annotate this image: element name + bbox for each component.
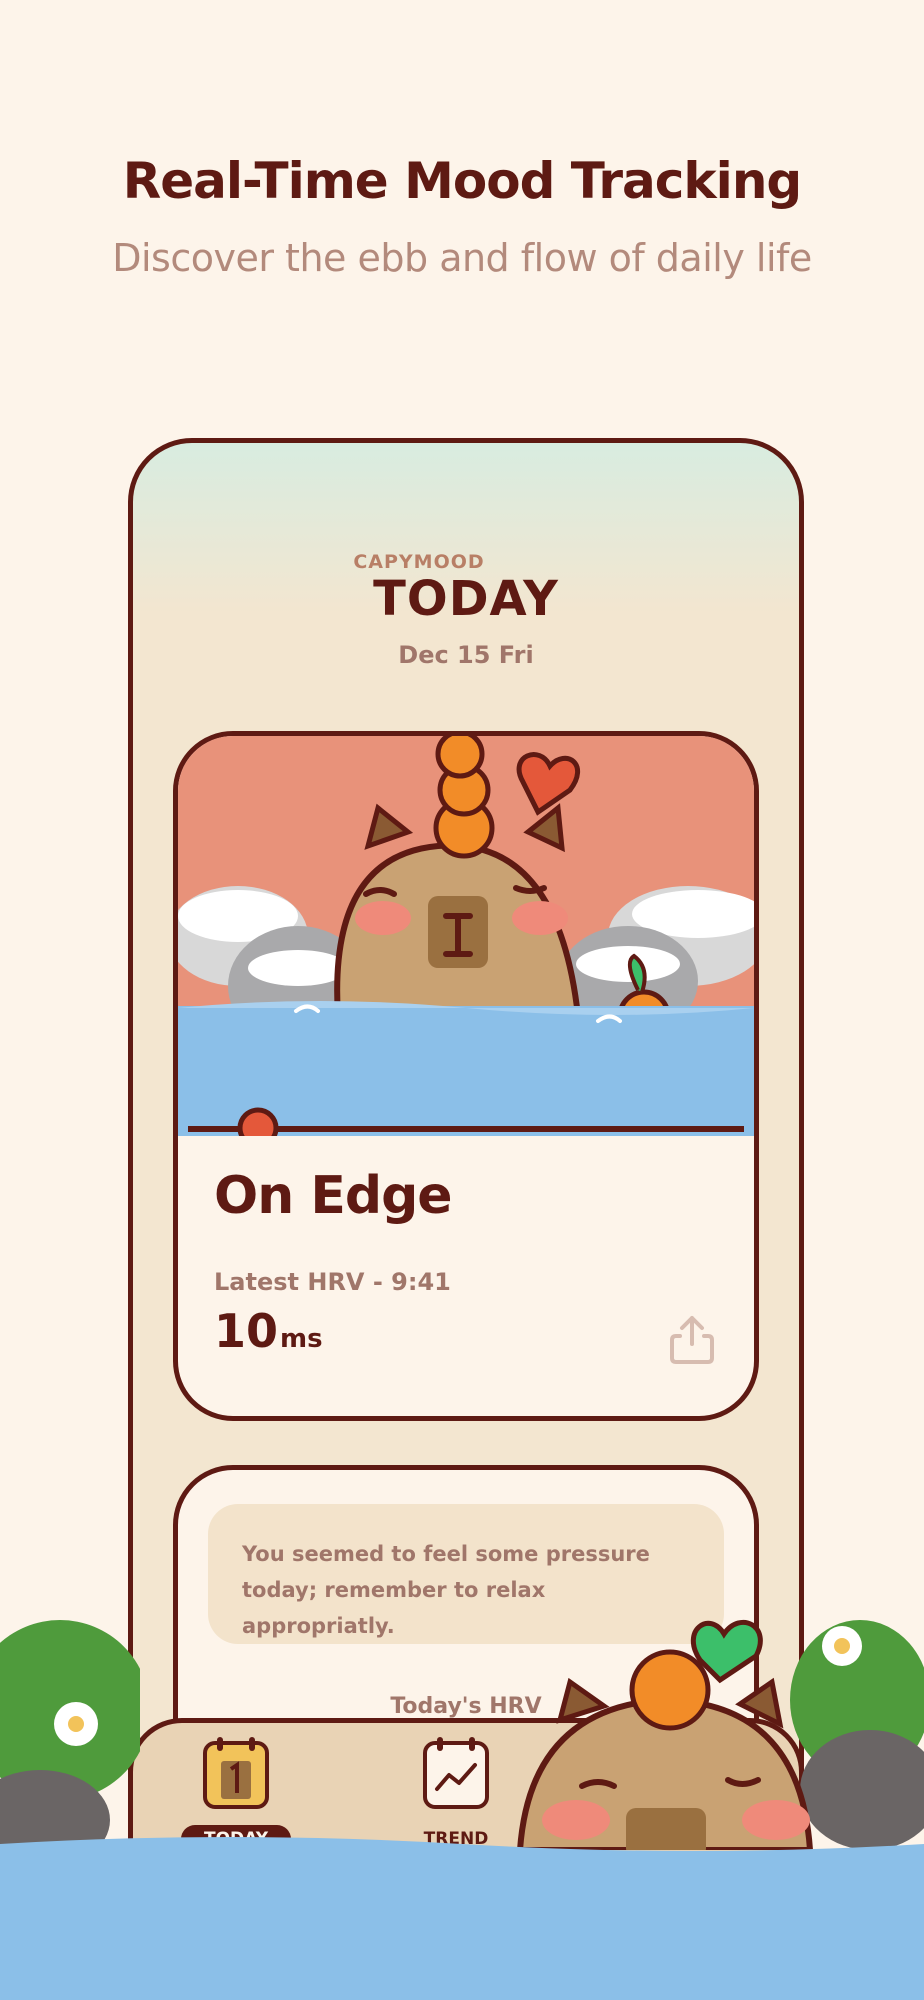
mood-card[interactable]: On Edge Latest HRV - 9:41 10ms	[173, 731, 759, 1421]
capybara-hot-spring-illustration	[178, 736, 754, 1136]
share-icon[interactable]	[668, 1314, 716, 1366]
mood-state-title: On Edge	[214, 1166, 453, 1226]
hrv-unit: ms	[280, 1324, 323, 1354]
foreground-water	[0, 1837, 924, 2000]
promo-headline: Real-Time Mood Tracking	[122, 152, 802, 210]
foreground-bushes-left	[0, 1620, 140, 1860]
hrv-number: 10	[214, 1304, 279, 1358]
trend-chart-icon	[423, 1737, 489, 1809]
capybara-mascot-icon	[516, 1620, 924, 1850]
promo-subline: Discover the ebb and flow of daily life	[112, 236, 812, 280]
hrv-value: 10ms	[214, 1304, 323, 1358]
current-date: Dec 15 Fri	[398, 641, 534, 669]
brand-small-text: CAPYMOOD	[353, 551, 485, 573]
brand-logo-text: TODAY	[373, 571, 559, 627]
calendar-icon	[203, 1737, 269, 1809]
hrv-label: Latest HRV - 9:41	[214, 1268, 451, 1296]
